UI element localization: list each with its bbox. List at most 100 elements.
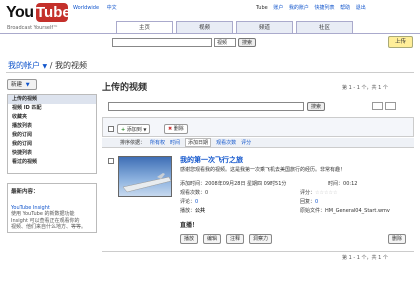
video-description: 感谢您观看我的视频。这是我第一次乘飞机去美国旅行的经历。非常有趣！ (180, 167, 346, 173)
added-label: 添加时间： (180, 181, 206, 187)
select-all-checkbox[interactable] (108, 126, 114, 132)
video-added: 添加时间：2008年09月28日 星期四 09时51分 (180, 180, 286, 187)
chinese-link[interactable]: 中文 (107, 5, 117, 11)
add-to-button[interactable]: + 添加到 ▼ (117, 124, 151, 134)
locale-links: Worldwide 中文 (73, 4, 123, 11)
play-button[interactable]: 播放 (180, 234, 199, 244)
user-links: Tube 账户 我的账户 快捷列表 帮助 退出 (256, 4, 370, 11)
video-title[interactable]: 我的第一次飞行之旅 (180, 155, 243, 165)
sort-time[interactable]: 时间 (170, 139, 180, 146)
tagline: Broadcast Yourself™ (7, 25, 59, 31)
delete-icon: ✖ (168, 126, 173, 132)
main-tabs: 主页 视频 频道 社区 (116, 21, 356, 33)
rating-stars-icon: ☆☆☆☆☆ (315, 190, 338, 196)
search-type-select[interactable]: 视频 (214, 38, 236, 47)
view-toggle (372, 102, 398, 110)
added-value: 2008年09月28日 星期四 09时51分 (205, 181, 287, 187)
comments-label: 评论： (180, 199, 196, 205)
logo-tube-text: Tube (36, 3, 71, 22)
sidebar-item-subscriptions[interactable]: 我的订阅 (8, 131, 96, 140)
nav-divider (0, 33, 420, 34)
sidebar-item-history[interactable]: 看过的视频 (8, 158, 96, 167)
filename-value: HM_General04_Start.wmv (325, 208, 390, 214)
views-value: 0 (205, 190, 209, 196)
sort-ownership[interactable]: 所有权 (150, 139, 165, 146)
user-brand: Tube (256, 5, 268, 11)
sort-label: 排序依据： (120, 140, 146, 146)
responses-value[interactable]: 0 (315, 199, 318, 205)
header-divider (6, 72, 414, 73)
sort-bar: 排序依据： 所有权 时间 添加日期 观看次数 评分 (102, 138, 414, 148)
tab-channels[interactable]: 频道 (236, 21, 293, 33)
plus-icon: + (121, 127, 126, 133)
page-title: 上传的视频 (102, 83, 148, 93)
insight-title: 最新内容： (11, 189, 39, 195)
new-button[interactable]: 新建 ▼ (7, 79, 37, 90)
broadcast-label: 播放： (180, 208, 196, 214)
search-button[interactable]: 搜索 (238, 38, 257, 47)
edit-button[interactable]: 编辑 (203, 234, 222, 244)
search-input[interactable] (112, 38, 212, 47)
video-duration: 时间：00:12 (328, 180, 357, 187)
video-search-input[interactable] (108, 102, 304, 111)
quicklist-link[interactable]: 快捷列表 (315, 5, 335, 11)
pager-bottom: 第 1 - 1 个，共 1 个 (342, 255, 388, 261)
chevron-down-icon: ▼ (143, 127, 147, 132)
views-label: 观看次数： (180, 190, 206, 196)
remove-button[interactable]: ✖ 删除 (164, 124, 188, 134)
airplane-wing-image (122, 173, 172, 193)
duration-label: 时间： (328, 181, 344, 187)
video-filename: 原始文件：HM_General04_Start.wmv (300, 207, 390, 214)
broadcast-value: 公共 (195, 208, 206, 214)
search-bar: 视频 搜索 (112, 38, 257, 47)
insight-desc-3: 视频、他们来自什么地方、等等。 (11, 224, 87, 230)
upload-button[interactable]: 上传 (388, 36, 413, 48)
video-rating: 评分：☆☆☆☆☆ (300, 189, 337, 196)
youtube-logo[interactable]: You Tube (6, 3, 71, 25)
list-divider (102, 251, 414, 252)
tab-home[interactable]: 主页 (116, 21, 173, 33)
sort-date-added[interactable]: 添加日期 (185, 138, 212, 147)
sidebar-item-favorites[interactable]: 收藏夹 (8, 113, 96, 122)
sidebar-item-uploaded[interactable]: 上传的视频 (8, 95, 96, 104)
video-search-button[interactable]: 搜索 (307, 102, 326, 111)
video-thumbnail[interactable] (118, 156, 172, 197)
sort-views[interactable]: 观看次数 (216, 139, 236, 146)
pager-top: 第 1 - 1 个，共 1 个 (342, 85, 388, 91)
video-status: 直播！ (180, 222, 199, 229)
rating-label: 评分： (300, 190, 316, 196)
sidebar-item-subscriptions-2[interactable]: 我的订阅 (8, 140, 96, 149)
worldwide-link[interactable]: Worldwide (73, 5, 99, 11)
delete-video-button[interactable]: 删除 (388, 234, 407, 244)
sidebar-item-video-id[interactable]: 视频 ID 匹配 (8, 104, 96, 113)
chevron-down-icon[interactable]: ▼ (43, 63, 48, 70)
tab-videos[interactable]: 视频 (176, 21, 233, 33)
add-to-label: 添加到 (126, 127, 142, 133)
comments-value[interactable]: 0 (195, 199, 198, 205)
help-link[interactable]: 帮助 (340, 5, 350, 11)
logo-you-text: You (6, 4, 34, 21)
my-account-link[interactable]: 我的账户 (289, 5, 309, 11)
video-responses: 回复：0 (300, 198, 318, 205)
sidebar-item-playlists[interactable]: 播放列表 (8, 122, 96, 131)
annotations-button[interactable]: 注释 (226, 234, 245, 244)
account-menu-link[interactable]: 账户 (273, 5, 283, 11)
sort-rating[interactable]: 评分 (241, 139, 251, 146)
video-comments: 评论：0 (180, 198, 198, 205)
video-broadcast: 播放：公共 (180, 207, 205, 214)
breadcrumb-account[interactable]: 我的帐户 (8, 61, 40, 70)
tab-community[interactable]: 社区 (296, 21, 353, 33)
insight-button[interactable]: 洞察力 (249, 234, 273, 244)
insight-box: 最新内容： YouTube Insight 使用 YouTube 的新数据功能 … (7, 183, 97, 233)
video-checkbox[interactable] (108, 158, 114, 164)
sidebar-item-quicklist[interactable]: 快捷列表 (8, 149, 96, 158)
duration-value: 00:12 (343, 181, 358, 187)
list-view-icon[interactable] (372, 102, 383, 110)
remove-label: 删除 (173, 126, 184, 132)
filename-label: 原始文件： (300, 208, 326, 214)
responses-label: 回复： (300, 199, 316, 205)
signout-link[interactable]: 退出 (356, 5, 366, 11)
breadcrumb-current: 我的视频 (54, 61, 87, 70)
grid-view-icon[interactable] (385, 102, 396, 110)
chevron-down-icon: ▼ (25, 82, 30, 88)
